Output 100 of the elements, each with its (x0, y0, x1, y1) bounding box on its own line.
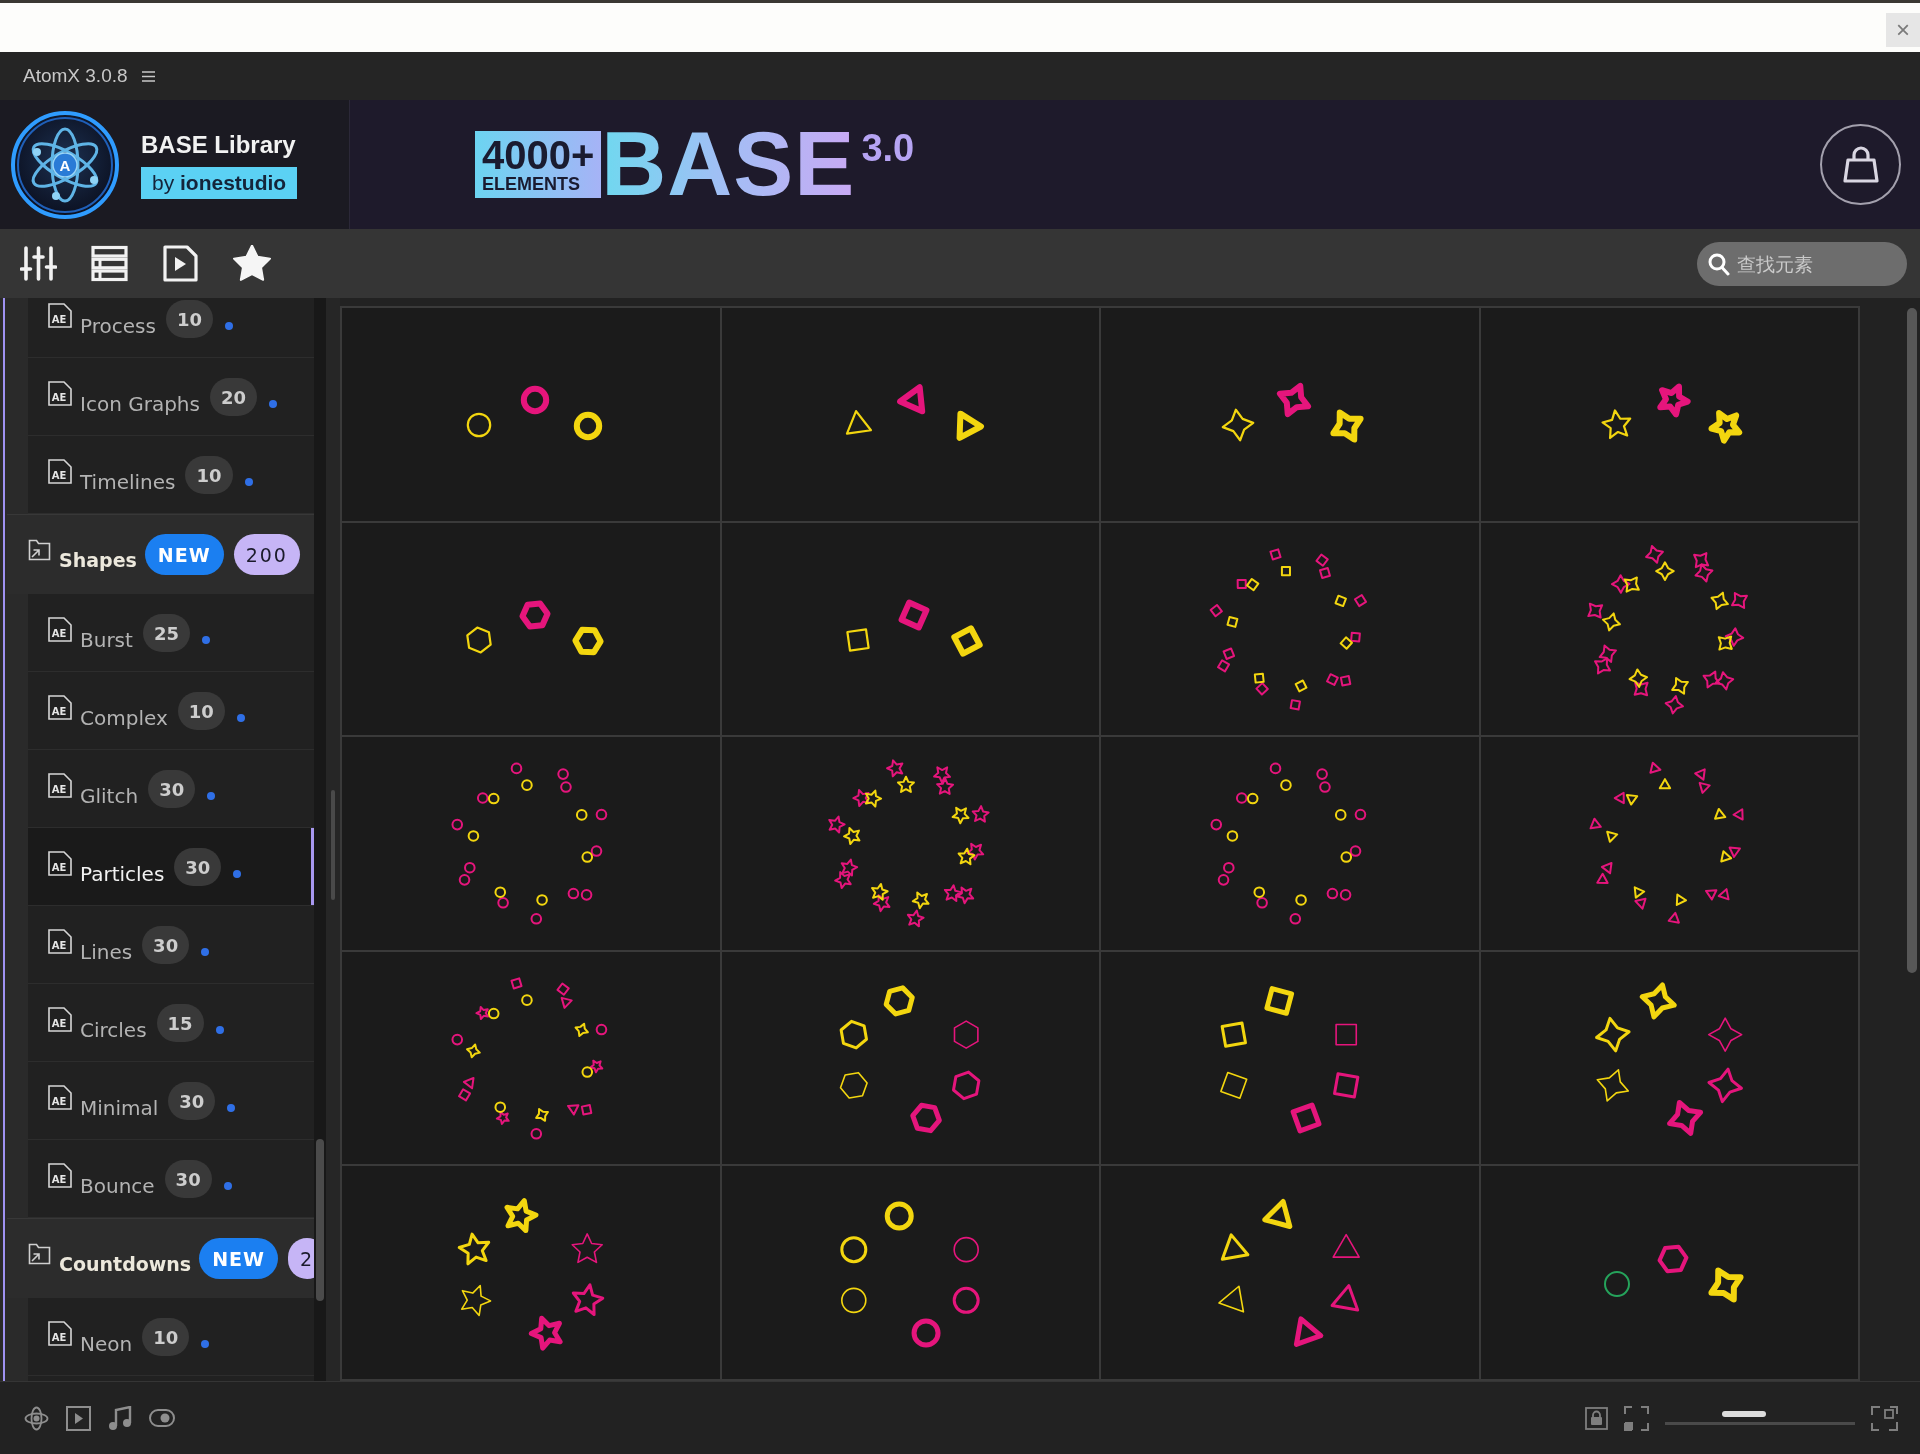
ae-file-icon: AE (48, 1163, 72, 1188)
sidebar-item[interactable]: AE Process 10 (28, 298, 314, 358)
lock-icon[interactable] (1585, 1406, 1608, 1430)
scrollbar[interactable] (314, 298, 326, 1381)
ae-file-icon: AE (48, 1007, 72, 1032)
preview-tile[interactable] (721, 1166, 1099, 1379)
preview-tile[interactable] (721, 951, 1099, 1165)
status-dot-icon (201, 636, 210, 644)
category-name[interactable]: Shapes (59, 548, 137, 572)
status-dot-icon (244, 478, 253, 486)
preview-tile[interactable] (1101, 737, 1479, 950)
ae-file-icon: AE (48, 1085, 72, 1110)
fullscreen-icon[interactable] (1624, 1405, 1649, 1431)
orbit-icon[interactable] (24, 1405, 49, 1431)
preview-tile[interactable] (342, 737, 720, 950)
preview-tile[interactable] (721, 737, 1099, 950)
ae-file-icon: AE (48, 459, 72, 484)
sidebar-item[interactable]: AE Icon Graphs 20 (28, 358, 314, 436)
version-label: 3.0 (861, 131, 915, 165)
ae-file-icon: AE (48, 303, 72, 328)
menu-icon[interactable] (141, 70, 155, 82)
ae-file-icon: AE (48, 617, 72, 642)
ae-file-icon: AE (48, 929, 72, 954)
splitter-handle[interactable] (331, 790, 335, 900)
item-count: 10 (185, 456, 233, 494)
item-count: 30 (174, 848, 222, 886)
new-badge: NEW (199, 1238, 279, 1279)
scrollbar-thumb[interactable] (1907, 308, 1917, 973)
shop-button[interactable] (1820, 124, 1901, 205)
music-note-icon[interactable] (108, 1405, 132, 1431)
status-dot-icon (201, 948, 210, 956)
preview-tile[interactable] (1480, 522, 1858, 736)
scrollbar-thumb[interactable] (316, 1139, 324, 1301)
ae-file-icon: AE (48, 1321, 72, 1346)
search-field[interactable]: 查找元素 (1697, 241, 1907, 286)
item-count: 15 (156, 1004, 204, 1042)
item-count: 20 (209, 378, 257, 416)
shopping-bag-icon (1840, 144, 1881, 185)
status-dot-icon (207, 792, 216, 800)
ae-file-icon: AE (48, 851, 72, 876)
sidebar-item[interactable]: AE Particles 30 (28, 828, 314, 906)
category-count: 200 (233, 534, 300, 575)
ae-file-icon: AE (48, 695, 72, 720)
item-count: 25 (142, 614, 190, 652)
preview-tile[interactable] (1480, 951, 1858, 1165)
status-dot-icon (233, 870, 242, 878)
preview-tile[interactable] (1101, 308, 1479, 521)
item-count: 10 (165, 300, 213, 338)
status-dot-icon (227, 1104, 236, 1112)
list-view-button[interactable] (91, 245, 128, 282)
favorites-button[interactable] (233, 245, 270, 282)
folder-arrow-icon (28, 1243, 51, 1265)
sidebar-item[interactable]: AE Complex 10 (28, 672, 314, 750)
atom-logo: A (10, 109, 120, 220)
sliders-icon (20, 245, 57, 282)
new-badge: NEW (144, 534, 224, 575)
list-icon (91, 245, 128, 282)
preview-tile[interactable] (342, 522, 720, 736)
expand-icon[interactable] (1871, 1405, 1898, 1431)
preview-tile[interactable] (1101, 951, 1479, 1165)
sidebar-item[interactable]: AE Lines 30 (28, 906, 314, 984)
sidebar-item[interactable]: AE Minimal 30 (28, 1062, 314, 1140)
preview-tile[interactable] (1101, 1166, 1479, 1379)
item-count: 30 (168, 1082, 216, 1120)
promo-count: 4000+ (482, 135, 595, 174)
promo-unit-label: ELEMENTS (482, 173, 581, 194)
preview-tile[interactable] (1480, 737, 1858, 950)
status-dot-icon (223, 1182, 232, 1190)
folder-arrow-icon (28, 539, 51, 561)
slider-thumb[interactable] (1721, 1411, 1766, 1417)
preview-tile[interactable] (721, 308, 1099, 521)
category-name[interactable]: Countdowns (59, 1252, 192, 1276)
preview-tile[interactable] (1101, 522, 1479, 736)
item-count: 30 (142, 926, 190, 964)
status-dot-icon (215, 1026, 224, 1034)
sidebar-item[interactable]: AE Burst 25 (28, 594, 314, 672)
library-name: BASE Library (141, 130, 296, 159)
item-count: 10 (142, 1318, 190, 1356)
item-count: 30 (148, 770, 196, 808)
item-count: 30 (164, 1160, 212, 1198)
preview-tile[interactable] (1480, 1166, 1858, 1379)
play-square-icon[interactable] (66, 1405, 91, 1431)
status-dot-icon (224, 322, 233, 330)
sidebar-item[interactable]: AE Circles 15 (28, 984, 314, 1062)
category-count: 2 (288, 1238, 314, 1279)
star-icon (232, 245, 271, 282)
author-label: by ionestudio (141, 166, 298, 199)
toggle-icon[interactable] (149, 1409, 175, 1427)
preview-tile[interactable] (721, 522, 1099, 736)
media-button[interactable] (162, 245, 199, 282)
preview-tile[interactable] (342, 1166, 720, 1379)
zoom-slider[interactable] (1665, 1411, 1855, 1425)
preview-tile[interactable] (342, 308, 720, 521)
ae-file-icon: AE (48, 773, 72, 798)
ae-file-icon: AE (48, 381, 72, 406)
preview-tile[interactable] (1480, 308, 1858, 521)
filters-button[interactable] (20, 245, 57, 282)
status-dot-icon (269, 400, 277, 408)
preview-tile[interactable] (342, 951, 720, 1165)
app-title: AtomX 3.0.8 (23, 65, 128, 87)
